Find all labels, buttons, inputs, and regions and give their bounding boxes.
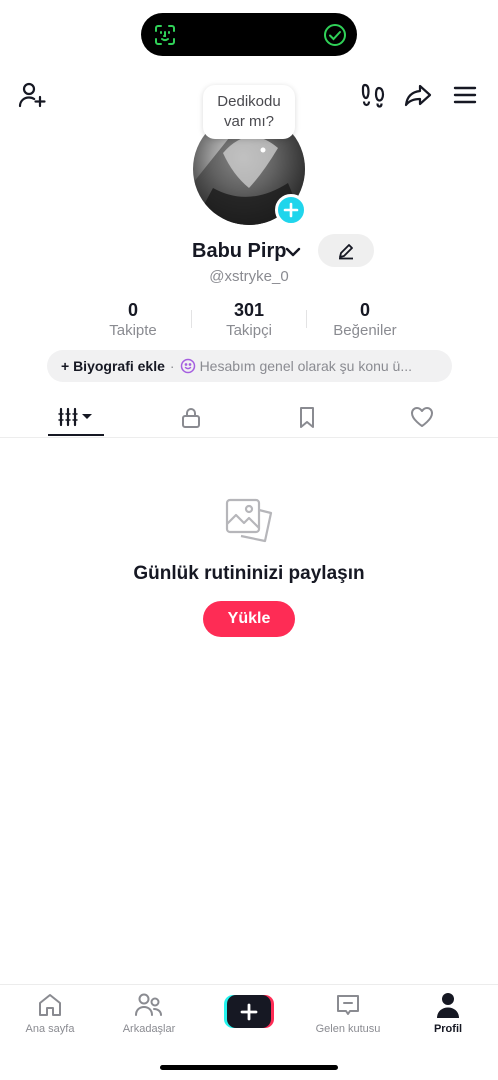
add-user-icon	[18, 82, 46, 108]
nav-home[interactable]: Ana sayfa	[0, 991, 100, 1035]
create-button[interactable]	[224, 995, 274, 1028]
create-icon	[240, 1003, 258, 1020]
stat-followers[interactable]: 301 Takipçi	[189, 300, 309, 339]
home-icon	[39, 994, 61, 1016]
status-bubble[interactable]: Dedikodu var mı?	[203, 85, 295, 139]
photos-icon	[225, 498, 273, 543]
stat-followers-label: Takipçi	[226, 322, 272, 339]
stat-likes-value: 0	[359, 300, 370, 320]
nav-home-label: Ana sayfa	[25, 1023, 75, 1035]
tab-saved[interactable]	[279, 398, 335, 436]
menu-button[interactable]	[448, 78, 482, 112]
profile-stats: 0 Takipte 301 Takipçi 0 Beğeniler	[0, 300, 498, 342]
nav-inbox[interactable]: Gelen kutusu	[298, 991, 398, 1035]
bio-separator: ·	[169, 358, 175, 374]
checkmark-circle-icon	[324, 24, 346, 46]
upload-button[interactable]: Yükle	[203, 601, 295, 637]
active-tab-indicator	[48, 434, 104, 436]
chevron-down-icon[interactable]	[283, 242, 303, 262]
friends-icon	[135, 993, 162, 1016]
videos-grid-icon	[58, 407, 92, 427]
hamburger-menu-icon	[453, 86, 477, 104]
heart-icon	[411, 407, 433, 427]
profile-views-button[interactable]	[356, 78, 390, 112]
stat-followers-value: 301	[233, 300, 265, 320]
pencil-icon	[339, 243, 353, 259]
stat-likes-label: Beğeniler	[333, 322, 397, 339]
bio-prompt[interactable]: + Biyografi ekle · Hesabım genel olarak …	[47, 350, 452, 382]
status-bubble-line2: var mı?	[223, 113, 274, 130]
name-row: Babu Pirp	[0, 234, 498, 267]
profile-content-tabs	[0, 398, 498, 438]
stat-following[interactable]: 0 Takipte	[73, 300, 193, 339]
empty-state-title: Günlük rutininizi paylaşın	[133, 563, 365, 584]
smiley-icon	[180, 358, 195, 374]
tab-private[interactable]	[163, 398, 219, 436]
dynamic-island	[141, 13, 357, 56]
edit-profile-button[interactable]	[318, 234, 374, 267]
nav-inbox-label: Gelen kutusu	[315, 1023, 381, 1035]
share-profile-button[interactable]	[401, 78, 435, 112]
nav-friends[interactable]: Arkadaşlar	[99, 991, 199, 1035]
stat-following-value: 0	[127, 300, 138, 320]
add-bio-label[interactable]: + Biyografi ekle	[61, 358, 165, 374]
username: @xstryke_0	[209, 268, 289, 285]
add-friend-button[interactable]	[15, 78, 49, 112]
profile-icon	[437, 993, 459, 1018]
nav-profile-label: Profil	[433, 1023, 463, 1035]
tab-videos[interactable]	[48, 398, 104, 436]
lock-icon	[182, 408, 200, 428]
footprints-icon	[361, 83, 385, 108]
bookmark-icon	[300, 407, 314, 428]
stat-following-label: Takipte	[109, 322, 157, 339]
add-story-button[interactable]	[275, 194, 307, 226]
nav-profile[interactable]: Profil	[398, 991, 498, 1035]
display-name[interactable]: Babu Pirp	[192, 240, 286, 263]
tab-liked[interactable]	[394, 398, 450, 436]
stat-likes[interactable]: 0 Beğeniler	[305, 300, 425, 339]
face-id-icon	[155, 25, 175, 45]
share-arrow-icon	[404, 84, 432, 107]
inbox-icon	[337, 995, 359, 1015]
home-indicator[interactable]	[160, 1065, 338, 1070]
status-bubble-line1: Dedikodu	[217, 93, 281, 110]
nav-friends-label: Arkadaşlar	[122, 1023, 176, 1035]
plus-icon	[283, 202, 299, 218]
bio-hint: Hesabım genel olarak şu konu ü...	[199, 358, 413, 374]
